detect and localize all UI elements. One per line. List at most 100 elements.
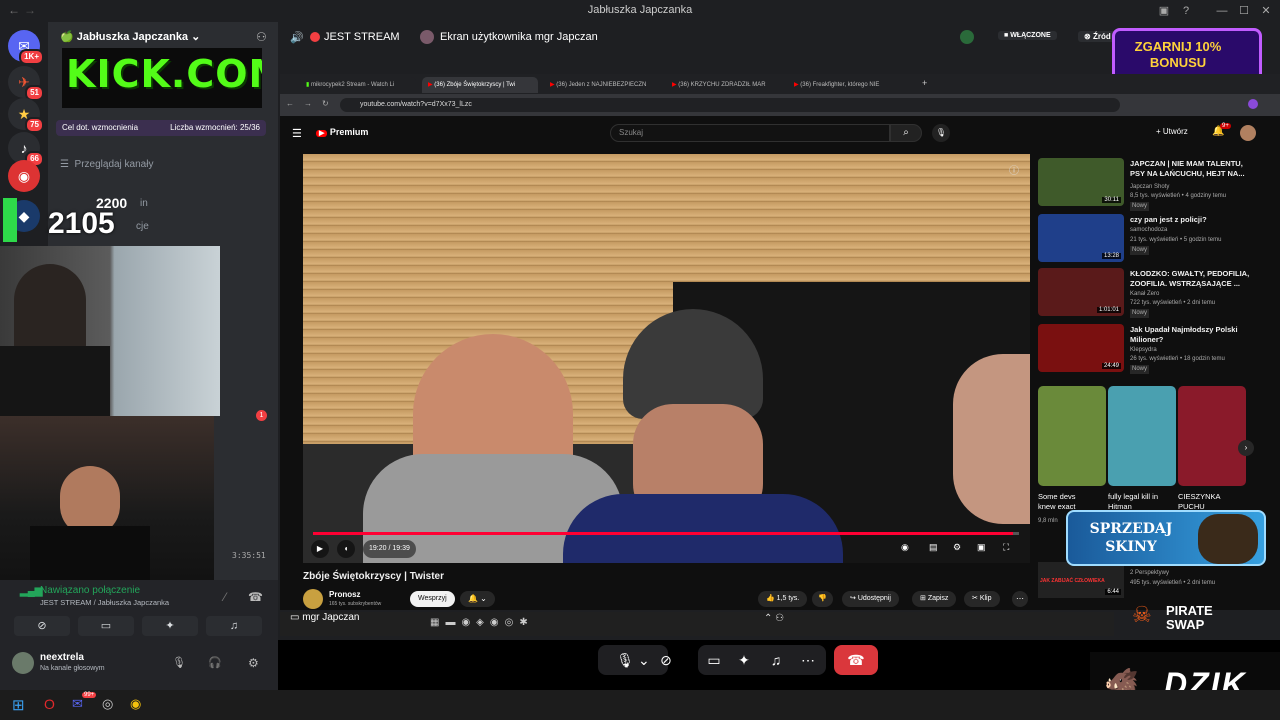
recommendation-item[interactable]: 24:49 Jak Upadał Najmłodszy Polski Milio… — [1036, 322, 1256, 374]
reload-icon[interactable]: ↻ — [322, 99, 329, 108]
avatar[interactable] — [1240, 125, 1256, 141]
fullscreen-icon[interactable]: ⛶ — [1003, 542, 1009, 553]
share-button[interactable]: ↪ Udostępnij — [842, 591, 899, 607]
play-button[interactable]: ▶ — [311, 540, 329, 558]
new-badge: Nowy — [1130, 365, 1150, 374]
short-thumbnail[interactable] — [1038, 386, 1106, 486]
microphone-icon[interactable]: 🎙 — [172, 656, 186, 669]
dislike-button[interactable]: 👎 — [812, 591, 833, 607]
camera-off-button[interactable]: ⊘ — [14, 616, 70, 636]
windows-start-icon[interactable]: ⊞ — [12, 696, 25, 714]
autoplay-icon[interactable]: ◉ — [901, 542, 909, 553]
server-name[interactable]: 🍏 Jabłuszka Japczanka ⌄ — [60, 30, 200, 43]
forward-icon[interactable]: → — [304, 99, 312, 108]
support-button[interactable]: Wesprzyj — [410, 591, 455, 607]
settings-icon[interactable]: ⚙ — [953, 542, 961, 553]
discord-home-icon[interactable]: ✉ 1K+ — [8, 30, 44, 65]
new-badge: Nowy — [1130, 202, 1150, 211]
user-name[interactable]: neextrela — [40, 652, 84, 663]
soundboard-icon[interactable]: ♫ — [764, 645, 788, 675]
subtitles-icon[interactable]: ▤ — [929, 542, 938, 553]
more-options-icon[interactable]: ⋯ — [796, 645, 820, 675]
opera-icon[interactable]: O — [44, 696, 55, 712]
inbox-icon[interactable]: ▣ — [1156, 3, 1172, 19]
source-button[interactable]: ⊗ Źród — [1078, 31, 1117, 42]
save-button[interactable]: ⊞ Zapisz — [912, 591, 957, 607]
soundboard-button[interactable]: ♫ — [206, 616, 262, 636]
channel-avatar[interactable] — [303, 589, 323, 609]
video-title: JAPCZAN | NIE MAM TALENTU, PSY NA ŁAŃCUC… — [1130, 159, 1245, 178]
video-channel: 2 Perspektywy — [1130, 570, 1170, 576]
video-thumbnail[interactable]: JAK ZABIJAĆ CZŁOWIEKA 6:44 — [1038, 562, 1124, 598]
participants-icon[interactable]: ⌃ ⚇ — [764, 613, 784, 624]
activities-icon[interactable]: ✦ — [732, 645, 756, 675]
screenshare-button[interactable]: ▭ — [78, 616, 134, 636]
discord-badge: 99+ — [82, 692, 97, 698]
discord-icon[interactable]: ✉ — [72, 696, 83, 712]
create-button[interactable]: + Utwórz — [1156, 127, 1188, 136]
disconnect-icon[interactable]: ☎ — [248, 590, 263, 604]
short-title[interactable]: Some devs knew exact — [1038, 492, 1094, 512]
video-player[interactable]: ⓘ ▶ ◖ 19:20 / 19:39 ◉ ▤ ⚙ ▣ ⛶ — [303, 154, 1030, 563]
short-thumbnail[interactable] — [1178, 386, 1246, 486]
back-icon[interactable]: ← — [286, 99, 294, 108]
minimize-button[interactable]: — — [1214, 3, 1230, 19]
more-actions-button[interactable]: ⋯ — [1012, 591, 1028, 607]
info-icon[interactable]: ⓘ — [1009, 162, 1019, 177]
short-title[interactable]: CIESZYNKA PUCHU — [1178, 492, 1242, 512]
gear-icon[interactable]: ⚙ — [248, 656, 259, 670]
like-button[interactable]: 👍 1,5 tys. — [758, 591, 808, 607]
short-title[interactable]: fully legal kill in Hitman — [1108, 492, 1172, 512]
add-member-icon[interactable]: ⚇ — [256, 30, 267, 44]
miniplayer-icon[interactable]: ▣ — [977, 542, 986, 553]
headphones-icon[interactable]: 🎧 — [208, 656, 222, 669]
screenshare-icon[interactable]: ▭ — [702, 645, 726, 675]
voice-search-icon[interactable]: 🎙 — [932, 124, 950, 142]
progress-bar[interactable] — [313, 532, 1019, 535]
search-button[interactable]: ⌕ — [890, 124, 922, 142]
menu-icon[interactable]: ☰ — [292, 127, 302, 140]
avatar[interactable] — [12, 652, 34, 674]
recommendation-item[interactable]: 13:28 czy pan jest z policji? samochodoz… — [1036, 212, 1256, 264]
address-bar[interactable]: youtube.com/watch?v=d7Xx73_lLzc — [340, 98, 1120, 112]
youtube-logo[interactable]: ▶ Premium — [316, 127, 368, 137]
camera-button[interactable]: ⊘ — [646, 645, 686, 675]
end-call-button[interactable]: ☎ — [834, 645, 878, 675]
voice-status[interactable]: Nawiązano połączenie — [40, 585, 140, 596]
voice-channel-name[interactable]: JEST STREAM — [324, 31, 400, 43]
short-thumbnail[interactable] — [1108, 386, 1176, 486]
recommendation-item[interactable]: 1:01:01 KŁODZKO: GWAŁTY, PEDOFILIA, ZOOF… — [1036, 266, 1256, 318]
maximize-button[interactable]: ☐ — [1236, 3, 1252, 19]
channel-item[interactable]: cje — [136, 221, 149, 232]
channel-name[interactable]: Pronosz — [329, 590, 361, 599]
pokeball-server-icon[interactable]: ◉ — [8, 160, 40, 192]
activities-button[interactable]: ✦ — [142, 616, 198, 636]
server-icon[interactable]: ✈ 51 — [8, 66, 44, 101]
browser-tab[interactable]: ▮ mikrocypek2 Stream - Watch Li — [300, 77, 416, 93]
obs-icon[interactable]: ◎ — [102, 696, 113, 712]
boost-progress[interactable]: Cel dot. wzmocnienia Liczba wzmocnień: 2… — [56, 120, 266, 136]
overlay-counter-big: 2105 — [48, 207, 115, 240]
subscribe-bell-button[interactable]: 🔔 ⌄ — [460, 591, 495, 607]
shorts-next-icon[interactable]: › — [1238, 440, 1254, 456]
close-button[interactable]: ✕ — [1258, 3, 1274, 19]
new-tab-icon[interactable]: + — [922, 78, 927, 88]
browser-tab[interactable]: ▶ (36) Freakfighter, którego NIE — [788, 77, 904, 93]
browse-channels[interactable]: ☰ Przeglądaj kanały — [60, 159, 153, 170]
volume-icon[interactable]: ◖ — [337, 540, 355, 558]
clip-button[interactable]: ✂ Klip — [964, 591, 1000, 607]
voice-channel-label[interactable]: JEST STREAM / Jabłuszka Japczanka — [40, 598, 169, 607]
browser-tab[interactable]: ▶ (36) Jeden z NAJNIEBEZPIECZN — [544, 77, 660, 93]
source-label: Źród — [1092, 32, 1111, 41]
profile-avatar[interactable] — [1248, 99, 1258, 109]
chrome-icon[interactable]: ◉ — [130, 696, 141, 712]
noise-suppression-icon[interactable]: ⁄ — [224, 590, 226, 604]
server-icon[interactable]: ★ 75 — [8, 98, 44, 133]
channel-item[interactable]: in — [140, 198, 148, 209]
search-input[interactable]: Szukaj — [610, 124, 890, 142]
browser-tab[interactable]: ▶ (36) KRZYCHU ZDRADZIŁ MAR — [666, 77, 782, 93]
window-titlebar: ← → Jabłuszka Japczanka ▣ ? — ☐ ✕ — [0, 0, 1280, 22]
recommendation-item[interactable]: 30:11 JAPCZAN | NIE MAM TALENTU, PSY NA … — [1036, 156, 1256, 211]
browser-tab-active[interactable]: ▶ (36) Zbóje Świętokrzyscy | Twi — [422, 77, 538, 93]
help-icon[interactable]: ? — [1178, 3, 1194, 19]
